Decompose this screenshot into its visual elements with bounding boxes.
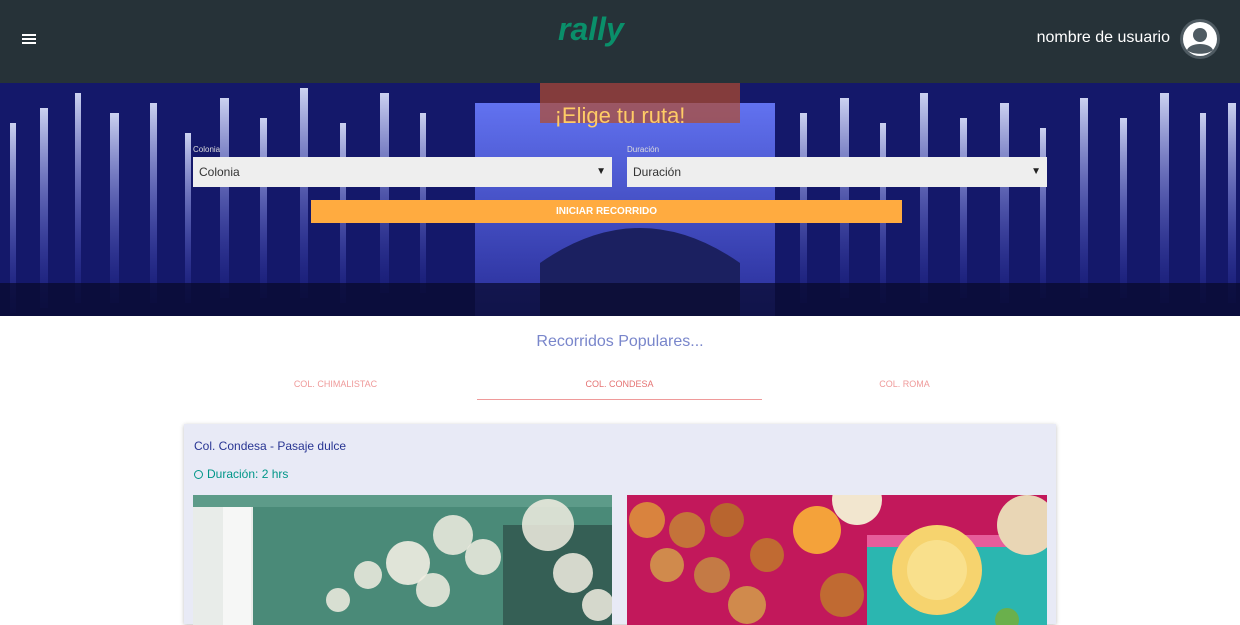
tab-roma[interactable]: COL. ROMA	[762, 370, 1047, 400]
duracion-select-value: Duración	[633, 165, 682, 179]
tab-condesa[interactable]: COL. CONDESA	[477, 370, 762, 400]
tour-card[interactable]: Col. Condesa - Pasaje dulce Duración: 2 …	[184, 424, 1056, 625]
svg-text:rally: rally	[558, 11, 626, 47]
top-app-bar: rally nombre de usuario	[0, 0, 1240, 83]
clock-icon	[194, 470, 203, 479]
start-tour-button[interactable]: INICIAR RECORRIDO	[311, 200, 902, 223]
hero-title: ¡Elige tu ruta!	[554, 103, 686, 128]
caret-down-icon: ▼	[596, 166, 606, 177]
avatar-icon[interactable]	[1180, 19, 1220, 59]
colonia-select-value: Colonia	[199, 165, 240, 179]
hero-banner: ¡Elige tu ruta! Colonia Colonia ▼ Duraci…	[0, 83, 1240, 316]
duracion-select[interactable]: Duración ▼	[627, 157, 1047, 187]
cafe-interior-image[interactable]	[193, 495, 612, 625]
menu-icon[interactable]	[22, 34, 38, 46]
neighborhood-tabs: COL. CHIMALISTAC COL. CONDESA COL. ROMA	[193, 370, 1047, 400]
caret-down-icon: ▼	[1031, 166, 1041, 177]
colonia-label: Colonia	[193, 145, 221, 154]
tab-chimalistac[interactable]: COL. CHIMALISTAC	[193, 370, 478, 400]
tour-duration-text: Duración: 2 hrs	[207, 467, 289, 481]
rally-logo[interactable]: rally	[556, 10, 638, 50]
mexican-sweets-image[interactable]	[627, 495, 1047, 625]
duracion-label: Duración	[627, 145, 660, 154]
colonia-select[interactable]: Colonia ▼	[193, 157, 612, 187]
tour-card-title[interactable]: Col. Condesa - Pasaje dulce	[194, 439, 346, 453]
username-label[interactable]: nombre de usuario	[1037, 29, 1170, 47]
tour-duration: Duración: 2 hrs	[194, 467, 288, 481]
popular-tours-title: Recorridos Populares...	[536, 333, 704, 350]
